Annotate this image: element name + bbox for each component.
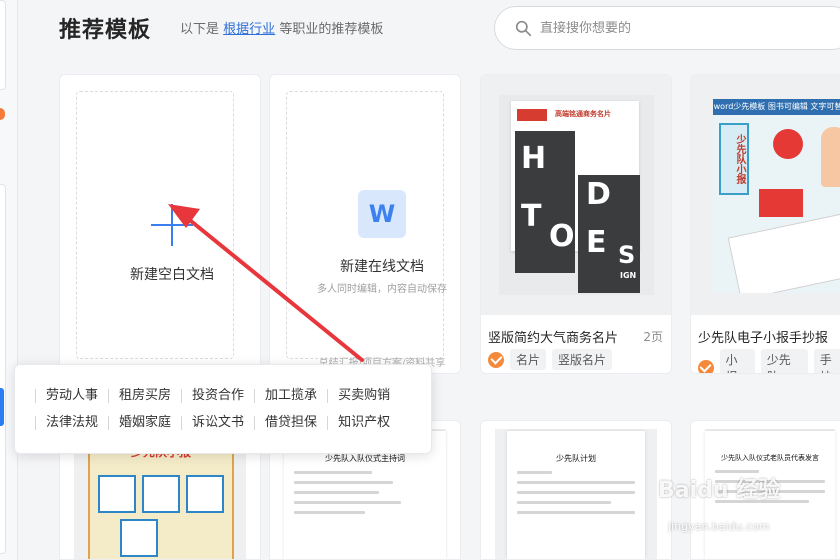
left-sidebar-strip (0, 0, 18, 560)
poster-box (98, 475, 136, 513)
tag-item[interactable]: 竖版名片 (552, 349, 613, 370)
new-online-description: 多人同时编辑，内容自动保存 (317, 284, 447, 295)
tag-icon (488, 351, 504, 368)
poster-band: word少先模板 图书可编辑 文字可替换 (713, 99, 840, 115)
watermark-url: jingyan.baidu.com (668, 520, 770, 533)
page-title: 推荐模板 (59, 18, 152, 43)
badge-icon (773, 129, 803, 159)
new-blank-document-card[interactable]: 新建空白文档 (59, 74, 261, 374)
category-item[interactable]: 法律法规 (35, 416, 108, 430)
thumb-letter: D (586, 177, 611, 212)
subtitle-prefix: 以下是 (180, 22, 220, 37)
thumb-letter: H (521, 141, 547, 176)
plus-icon (151, 204, 193, 246)
card-back-preview-left: H T O (515, 131, 575, 273)
sidebar-active-indicator[interactable] (0, 388, 4, 426)
poster-preview: word少先模板 图书可编辑 文字可替换 少先队小报 (713, 99, 840, 293)
text-line (294, 501, 401, 504)
text-line (294, 491, 380, 494)
template-thumbnail: 高端铭通商务名片 H T O D E S IGN (481, 75, 671, 315)
text-line (517, 491, 635, 494)
child-illustration (821, 127, 840, 187)
template-name[interactable]: 竖版简约大气商务名片 (488, 327, 618, 346)
template-thumbnail: word少先模板 图书可编辑 文字可替换 少先队小报 (691, 75, 840, 315)
category-item[interactable]: 劳动人事 (35, 389, 108, 403)
category-row: 劳动人事 租房买房 投资合作 加工揽承 买卖购销 (35, 389, 400, 403)
category-item[interactable]: 借贷担保 (254, 416, 327, 430)
dashed-frame: W 新建在线文档 多人同时编辑，内容自动保存 总结汇报/项目方案/资料共享 (286, 91, 447, 369)
text-line (517, 481, 635, 484)
page-subtitle: 以下是 根据行业 等职业的推荐模板 (180, 18, 383, 37)
watermark-brand: Baidu 经验 (658, 478, 781, 503)
text-line (294, 471, 373, 474)
category-item[interactable]: 诉讼文书 (181, 416, 254, 430)
template-card-business-card[interactable]: 高端铭通商务名片 H T O D E S IGN 竖版简约大气商务名片 2页 名… (480, 74, 672, 374)
poster-box (186, 475, 224, 513)
template-name[interactable]: 少先队电子小报手抄报 (698, 327, 828, 346)
logo-icon (517, 109, 547, 121)
subtitle-suffix: 等职业的推荐模板 (279, 22, 384, 37)
text-line (294, 511, 365, 514)
text-line (517, 471, 553, 474)
category-item[interactable]: 知识产权 (327, 416, 400, 430)
category-row: 法律法规 婚姻家庭 诉讼文书 借贷担保 知识产权 (35, 416, 400, 430)
template-card-poster[interactable]: word少先模板 图书可编辑 文字可替换 少先队小报 少先队电子小报手抄报 小报… (690, 74, 840, 374)
new-blank-label: 新建空白文档 (130, 267, 214, 283)
industry-link[interactable]: 根据行业 (223, 22, 275, 37)
text-line (517, 511, 635, 514)
tag-item[interactable]: 手抄 (813, 349, 840, 373)
text-line (517, 501, 612, 504)
category-item[interactable]: 租房买房 (108, 389, 181, 403)
card-back-preview-right: D E S IGN (578, 175, 640, 293)
document-title: 少先队入队仪式老队员代表发言 (721, 454, 819, 462)
document-preview: 少先队计划 (507, 431, 645, 559)
text-line (294, 481, 394, 484)
template-tags: 小报 少先队 手抄 (698, 349, 840, 373)
search-box[interactable] (494, 6, 840, 50)
tag-item[interactable]: 小报 (719, 349, 755, 373)
thumb-letter: IGN (620, 271, 637, 280)
document-title: 少先队入队仪式主持词 (325, 454, 405, 463)
new-online-document-card[interactable]: W 新建在线文档 多人同时编辑，内容自动保存 总结汇报/项目方案/资料共享 (269, 74, 461, 374)
document-title: 少先队计划 (556, 454, 596, 463)
tag-item[interactable]: 少先队 (760, 349, 808, 373)
template-page-count: 2页 (643, 330, 663, 344)
dashed-frame: 新建空白文档 (76, 91, 234, 359)
tag-icon (698, 360, 714, 373)
category-item[interactable]: 婚姻家庭 (108, 416, 181, 430)
search-icon (515, 20, 532, 36)
category-item[interactable]: 加工揽承 (254, 389, 327, 403)
search-input[interactable] (540, 20, 820, 36)
template-card-document-2[interactable]: 少先队计划 (480, 420, 672, 560)
word-online-icon: W (358, 190, 406, 238)
card-header-text: 高端铭通商务名片 (555, 110, 611, 118)
sidebar-orange-marker (0, 108, 5, 120)
category-item[interactable]: 买卖购销 (327, 389, 400, 403)
sidebar-panel-top (0, 0, 6, 90)
thumb-letter: E (586, 225, 607, 260)
poster-box (120, 519, 158, 557)
new-online-label: 新建在线文档 (340, 259, 424, 275)
category-popup: 劳动人事 租房买房 投资合作 加工揽承 买卖购销 法律法规 婚姻家庭 诉讼文书 … (14, 364, 432, 454)
thumb-letter: T (521, 199, 542, 234)
template-tags: 名片 竖版名片 (488, 349, 613, 370)
category-item[interactable]: 投资合作 (181, 389, 254, 403)
main-area: 推荐模板 以下是 根据行业 等职业的推荐模板 新建空白文档 W 新建在线文档 多… (18, 0, 840, 560)
thumb-letter: S (618, 241, 636, 269)
thumb-letter: O (549, 219, 575, 254)
poster-box (142, 475, 180, 513)
sidebar-panel-bottom (0, 184, 6, 554)
paper-illustration (727, 213, 840, 293)
tag-item[interactable]: 名片 (510, 349, 547, 370)
flag-illustration (759, 189, 803, 217)
poster-title-column: 少先队小报 (719, 123, 749, 195)
